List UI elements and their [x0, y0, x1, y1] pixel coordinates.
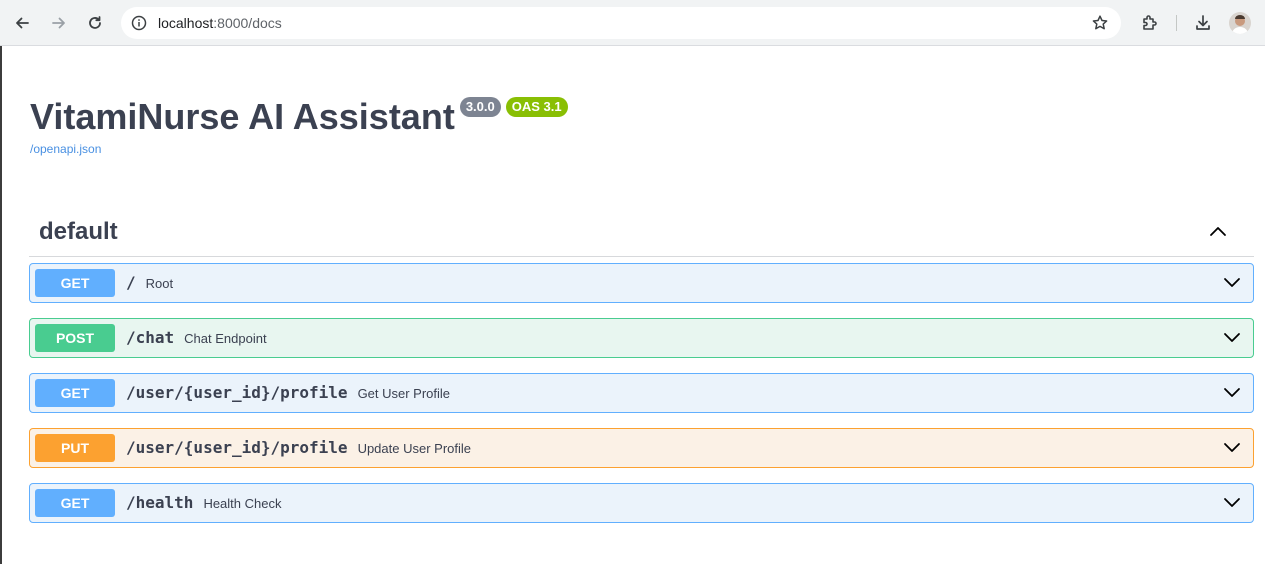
operation-summary: Update User Profile — [357, 441, 472, 456]
operation-path: /user/{user_id}/profile Get User Profile — [126, 383, 450, 404]
chevron-down-icon[interactable] — [1223, 385, 1241, 399]
operation-path: / Root — [126, 273, 173, 294]
url-host: localhost — [158, 15, 214, 31]
method-badge: GET — [35, 489, 115, 517]
operation-get-root[interactable]: GET / Root — [29, 263, 1254, 303]
oas-badge: OAS 3.1 — [505, 97, 568, 117]
operation-path: /user/{user_id}/profile Update User Profi… — [126, 438, 471, 459]
method-badge: POST — [35, 324, 115, 352]
window-edge — [0, 46, 2, 564]
operation-summary: Health Check — [203, 496, 282, 511]
address-bar[interactable]: localhost:8000/docs — [121, 7, 1121, 39]
arrow-right-icon — [52, 17, 65, 29]
section-title: default — [39, 218, 118, 245]
openapi-json-link[interactable]: /openapi.json — [30, 142, 101, 156]
method-badge: PUT — [35, 434, 115, 462]
path-text: /user/{user_id}/profile — [126, 438, 348, 457]
version-badge: 3.0.0 — [459, 97, 501, 117]
url-text: localhost:8000/docs — [158, 15, 282, 31]
path-text: /user/{user_id}/profile — [126, 383, 348, 402]
operation-summary: Root — [145, 276, 174, 291]
profile-photo-icon — [1232, 15, 1248, 34]
extensions-button[interactable] — [1139, 12, 1161, 34]
back-button[interactable] — [8, 9, 36, 37]
api-title: VitamiNurse AI Assistant — [30, 96, 455, 137]
site-info-icon[interactable] — [131, 15, 147, 31]
chevron-down-icon[interactable] — [1223, 495, 1241, 509]
method-badge: GET — [35, 269, 115, 297]
url-path: :8000/docs — [213, 15, 282, 31]
arrow-left-icon — [16, 17, 29, 29]
chevron-down-icon[interactable] — [1223, 330, 1241, 344]
reload-button[interactable] — [81, 9, 109, 37]
forward-button[interactable] — [45, 9, 73, 37]
operation-put-user-profile[interactable]: PUT /user/{user_id}/profile Update User P… — [29, 428, 1254, 468]
method-badge: GET — [35, 379, 115, 407]
api-title-row: VitamiNurse AI Assistant 3.0.0 OAS 3.1 — [30, 96, 568, 138]
browser-toolbar: localhost:8000/docs — [0, 0, 1265, 46]
chevron-down-icon[interactable] — [1223, 275, 1241, 289]
profile-avatar[interactable] — [1229, 12, 1251, 34]
chevron-up-icon[interactable] — [1208, 223, 1228, 239]
bookmark-star-icon[interactable] — [1091, 14, 1109, 32]
path-text: / — [126, 273, 136, 292]
download-icon — [1196, 15, 1210, 30]
operation-path: /chat Chat Endpoint — [126, 328, 267, 349]
operation-get-health[interactable]: GET /health Health Check — [29, 483, 1254, 523]
toolbar-divider — [1176, 15, 1177, 31]
operation-summary: Chat Endpoint — [184, 331, 267, 346]
path-text: /chat — [126, 328, 175, 347]
reload-icon — [89, 16, 101, 29]
operation-path: /health Health Check — [126, 493, 281, 514]
operation-summary: Get User Profile — [357, 386, 451, 401]
section-header-default[interactable]: default — [29, 207, 1254, 257]
operation-get-user-profile[interactable]: GET /user/{user_id}/profile Get User Prof… — [29, 373, 1254, 413]
path-text: /health — [126, 493, 194, 512]
downloads-button[interactable] — [1192, 12, 1214, 34]
chevron-down-icon[interactable] — [1223, 440, 1241, 454]
puzzle-icon — [1143, 15, 1157, 30]
operation-post-chat[interactable]: POST /chat Chat Endpoint — [29, 318, 1254, 358]
